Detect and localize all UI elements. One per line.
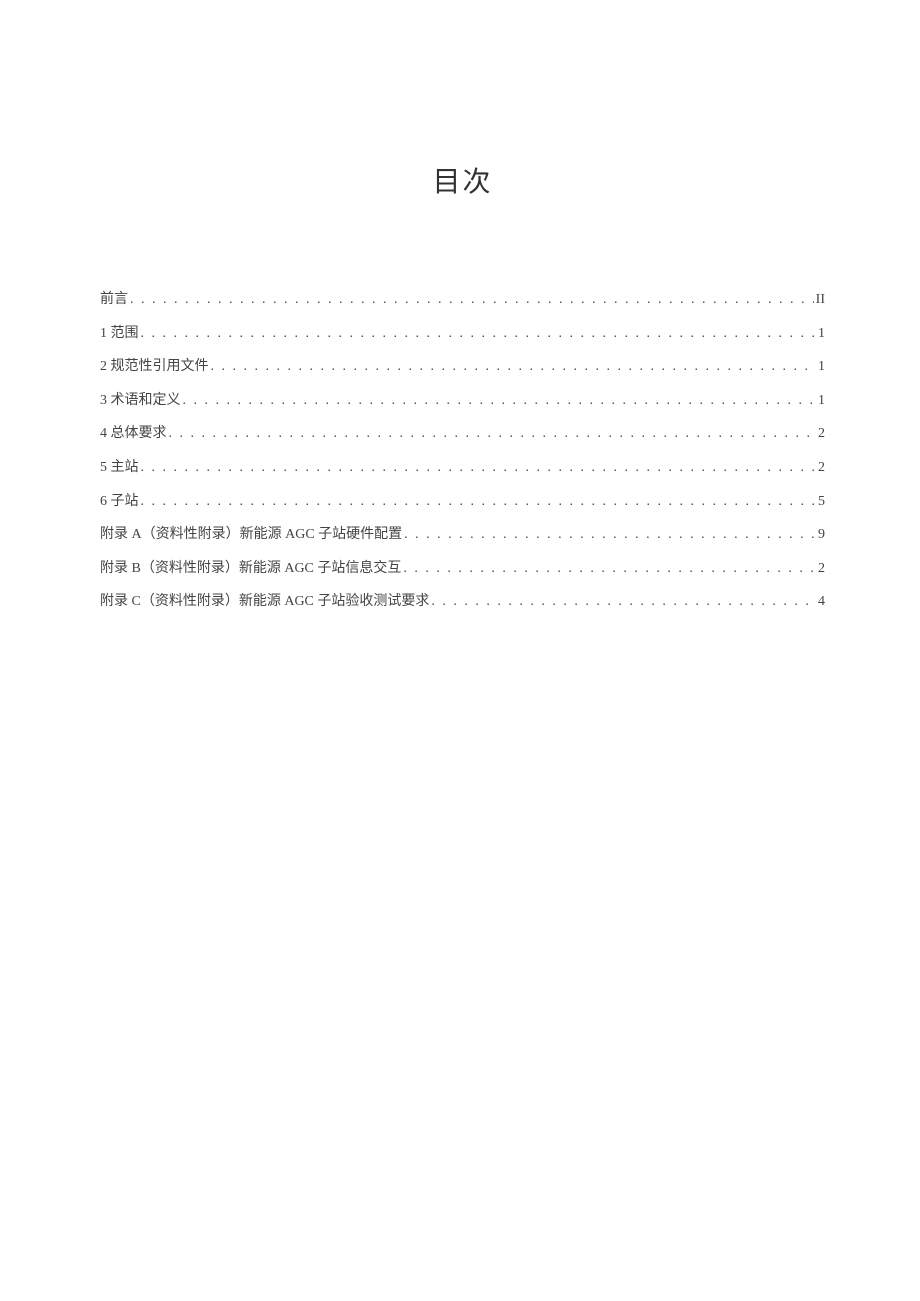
toc-leader bbox=[183, 391, 817, 411]
toc-leader bbox=[141, 458, 817, 478]
toc-entry: 前言 II bbox=[100, 290, 825, 310]
toc-label: 前言 bbox=[100, 290, 128, 310]
toc-container: 前言 II 1 范围 1 2 规范性引用文件 1 3 术语和定义 1 4 总体要… bbox=[100, 290, 825, 612]
toc-entry: 1 范围 1 bbox=[100, 324, 825, 344]
toc-entry: 4 总体要求 2 bbox=[100, 424, 825, 444]
toc-page: 1 bbox=[818, 391, 825, 411]
toc-entry: 6 子站 5 bbox=[100, 492, 825, 512]
toc-page: 4 bbox=[818, 592, 825, 612]
toc-page: 2 bbox=[818, 458, 825, 478]
toc-leader bbox=[169, 424, 817, 444]
toc-leader bbox=[431, 592, 816, 612]
toc-leader bbox=[403, 559, 816, 579]
toc-page: 9 bbox=[818, 525, 825, 545]
toc-leader bbox=[141, 324, 817, 344]
toc-page: 1 bbox=[818, 357, 825, 377]
toc-entry: 附录 C（资料性附录）新能源 AGC 子站验收测试要求 4 bbox=[100, 592, 825, 612]
toc-leader bbox=[404, 525, 816, 545]
toc-label: 附录 A（资料性附录）新能源 AGC 子站硬件配置 bbox=[100, 525, 402, 545]
toc-label: 附录 B（资料性附录）新能源 AGC 子站信息交互 bbox=[100, 559, 401, 579]
toc-label: 2 规范性引用文件 bbox=[100, 357, 209, 377]
toc-page: II bbox=[816, 290, 825, 310]
page-title: 目次 bbox=[100, 160, 825, 200]
toc-label: 5 主站 bbox=[100, 458, 139, 478]
toc-entry: 附录 A（资料性附录）新能源 AGC 子站硬件配置 9 bbox=[100, 525, 825, 545]
toc-leader bbox=[141, 492, 817, 512]
toc-label: 6 子站 bbox=[100, 492, 139, 512]
toc-page: 2 bbox=[818, 559, 825, 579]
toc-page: 2 bbox=[818, 424, 825, 444]
toc-label: 1 范围 bbox=[100, 324, 139, 344]
toc-label: 4 总体要求 bbox=[100, 424, 167, 444]
toc-label: 附录 C（资料性附录）新能源 AGC 子站验收测试要求 bbox=[100, 592, 429, 612]
toc-entry: 3 术语和定义 1 bbox=[100, 391, 825, 411]
toc-entry: 5 主站 2 bbox=[100, 458, 825, 478]
toc-leader bbox=[211, 357, 817, 377]
toc-entry: 附录 B（资料性附录）新能源 AGC 子站信息交互 2 bbox=[100, 559, 825, 579]
toc-page: 5 bbox=[818, 492, 825, 512]
toc-page: 1 bbox=[818, 324, 825, 344]
toc-label: 3 术语和定义 bbox=[100, 391, 181, 411]
toc-entry: 2 规范性引用文件 1 bbox=[100, 357, 825, 377]
toc-leader bbox=[130, 290, 814, 310]
